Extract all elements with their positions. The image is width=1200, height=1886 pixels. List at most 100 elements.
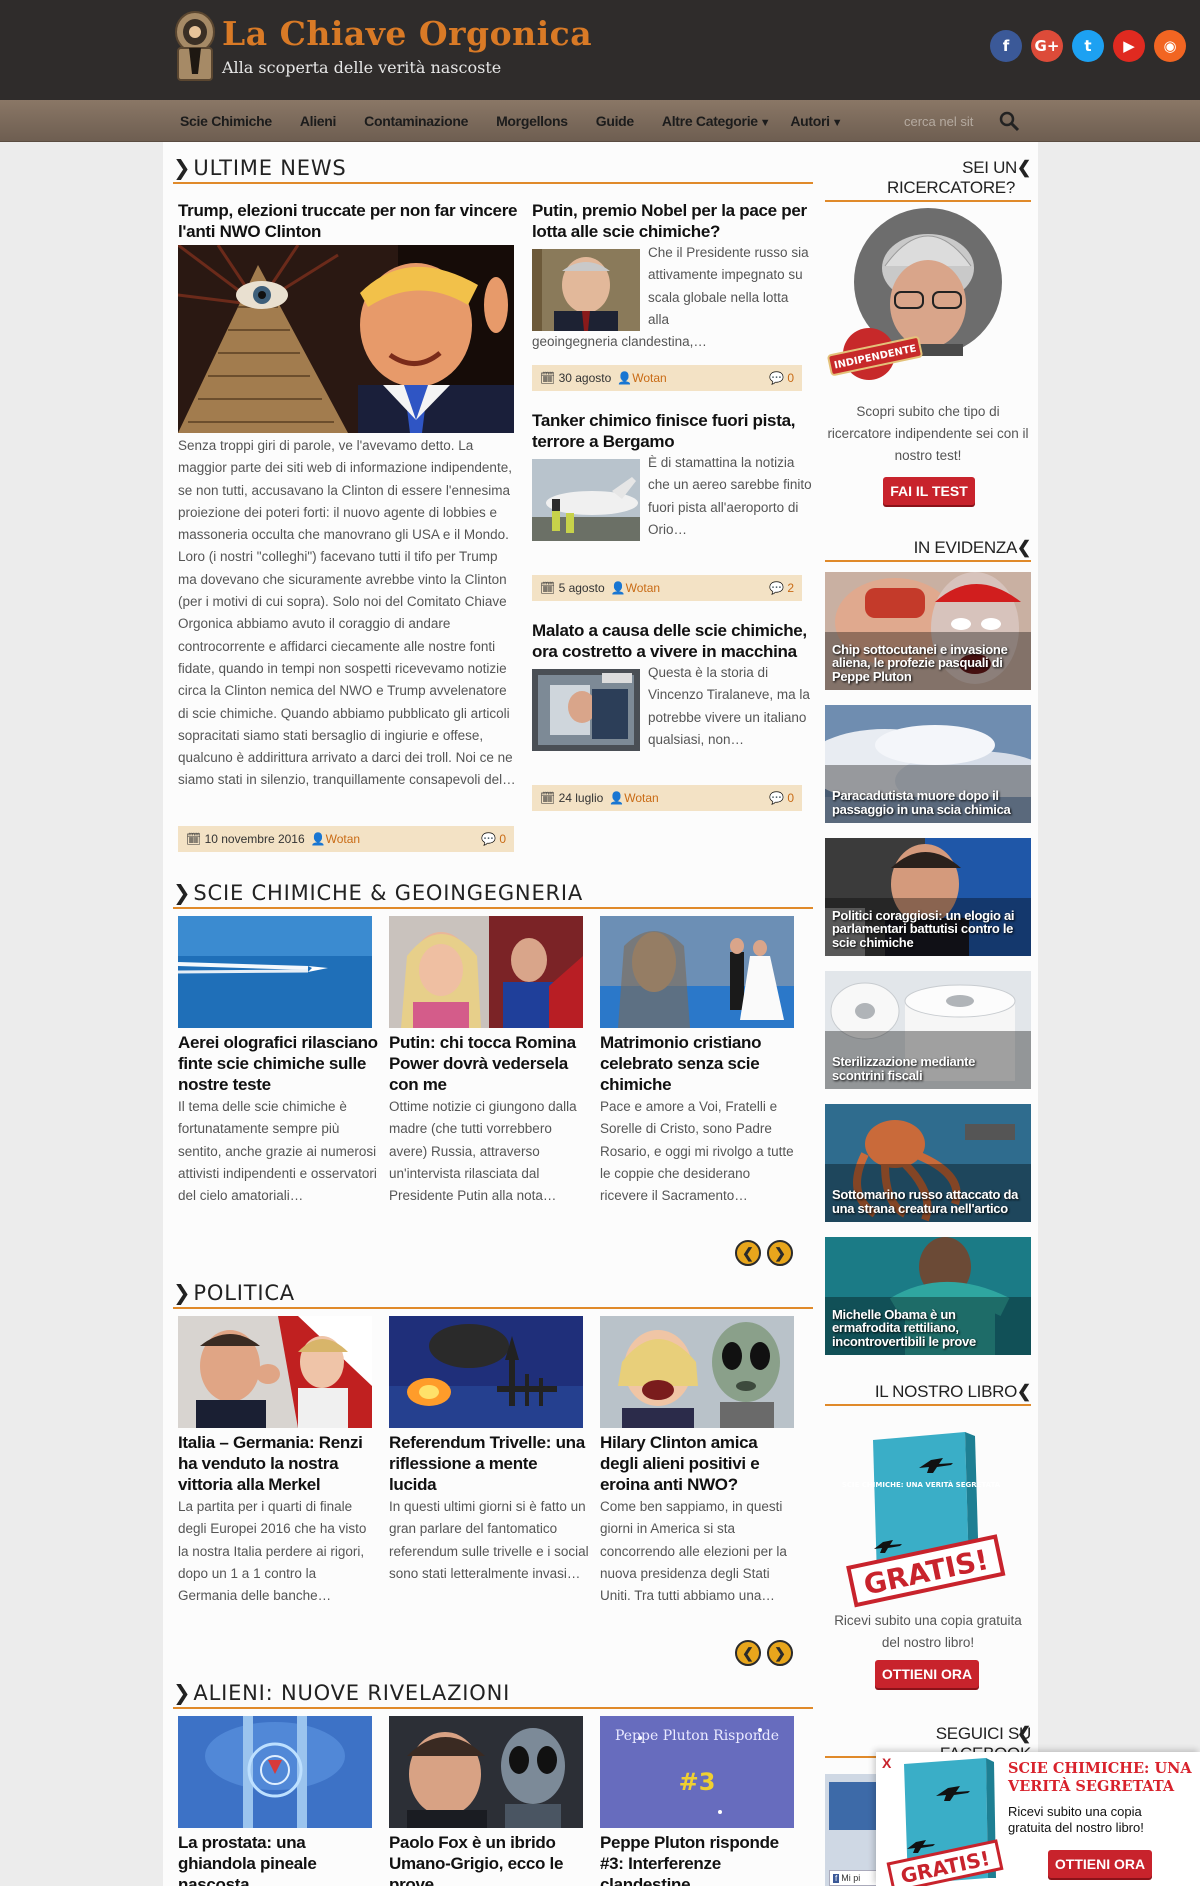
comments-value: 0	[787, 791, 794, 805]
section-title[interactable]: ALIENI: NUOVE RIVELAZIONI	[193, 1681, 510, 1705]
popup-book-image[interactable]: GRATIS!	[876, 1752, 1006, 1886]
calendar-icon: 🗓	[540, 581, 556, 595]
side-post-title[interactable]: Putin, premio Nobel per la pace per lott…	[532, 200, 812, 242]
nav-guide[interactable]: Guide	[596, 113, 634, 129]
post-author[interactable]: 👤Wotan	[311, 832, 360, 846]
facebook-widget[interactable]: f Mi pi	[825, 1774, 881, 1886]
user-icon: 👤	[617, 371, 633, 385]
heading-text: SEI UN	[962, 158, 1018, 177]
evidenza-card[interactable]: Politici coraggiosi: un elogio ai parlam…	[825, 838, 1031, 956]
post-image[interactable]	[178, 916, 372, 1028]
section-title[interactable]: ULTIME NEWS	[193, 156, 346, 180]
post-author-name: Wotan	[624, 791, 659, 805]
rss-icon[interactable]: ◉	[1154, 30, 1186, 62]
side-post-image[interactable]	[532, 459, 640, 541]
post-image[interactable]	[389, 1316, 583, 1428]
evidenza-caption: Sterilizzazione mediante scontrini fisca…	[832, 1054, 976, 1083]
nav-altre-categorie-label: Altre Categorie	[661, 113, 758, 129]
sidebar-heading-line: RICERCATORE?	[886, 178, 1015, 197]
nav-altre-categorie[interactable]: Altre Categorie ▼	[661, 113, 771, 129]
lead-post-title[interactable]: Trump, elezioni truccate per non far vin…	[178, 200, 518, 242]
post-title[interactable]: Referendum Trivelle: una riflessione a m…	[389, 1432, 589, 1495]
nav-alieni[interactable]: Alieni	[300, 113, 337, 129]
nav-contaminazione[interactable]: Contaminazione	[364, 113, 468, 129]
site-tagline: Alla scoperta delle verità nascoste	[222, 58, 502, 77]
prev-arrow-icon[interactable]: ❮	[735, 1640, 761, 1666]
evidenza-card[interactable]: Paracadutista muore dopo il passaggio in…	[825, 705, 1031, 823]
next-arrow-icon[interactable]: ❯	[767, 1640, 793, 1666]
post-image[interactable]	[178, 1716, 372, 1828]
youtube-icon[interactable]: ▶	[1113, 30, 1145, 62]
ricercatore-image[interactable]: INDIPENDENTE	[825, 206, 1031, 381]
comment-icon: 💬	[769, 371, 784, 385]
facebook-like-button[interactable]: f Mi pi	[829, 1870, 877, 1886]
comments-count[interactable]: 💬 0	[769, 791, 794, 805]
nav-morgellons[interactable]: Morgellons	[496, 113, 568, 129]
section-header-ultime-news: ❯ULTIME NEWS	[173, 152, 813, 184]
post-author[interactable]: 👤Wotan	[611, 581, 660, 595]
book-title: SCIE CHIMICHE: UNA VERITÀ SEGRETATA	[842, 1480, 1001, 1489]
keyhole-logo-icon[interactable]	[172, 10, 218, 82]
evidenza-card[interactable]: Chip sottocutanei e invasione aliena, le…	[825, 572, 1031, 690]
popup-ottieni-ora-button[interactable]: OTTIENI ORA	[1048, 1850, 1152, 1878]
post-title[interactable]: Peppe Pluton risponde #3: Interferenze c…	[600, 1832, 800, 1886]
post-author[interactable]: 👤Wotan	[609, 791, 658, 805]
post-author-name: Wotan	[625, 581, 661, 595]
comment-icon: 💬	[769, 581, 784, 595]
twitter-icon[interactable]: t	[1072, 30, 1104, 62]
chevron-down-icon: ▼	[831, 117, 843, 129]
search-icon[interactable]	[998, 110, 1020, 132]
content-area: ❯ULTIME NEWS Trump, elezioni truccate pe…	[163, 142, 1038, 1886]
lead-post-image[interactable]	[178, 245, 514, 433]
post-title[interactable]: Aerei olografici rilasciano finte scie c…	[178, 1032, 378, 1095]
prev-arrow-icon[interactable]: ❮	[735, 1240, 761, 1266]
search-box	[904, 108, 1024, 134]
carousel-arrows-scie: ❮ ❯	[735, 1240, 793, 1266]
post-title[interactable]: Paolo Fox è un ibrido Umano-Grigio, ecco…	[389, 1832, 589, 1886]
evidenza-card[interactable]: Sottomarino russo attaccato da una stran…	[825, 1104, 1031, 1222]
post-author[interactable]: 👤Wotan	[617, 371, 666, 385]
side-post-image[interactable]	[532, 249, 640, 331]
post-image[interactable]	[600, 1316, 794, 1428]
facebook-icon[interactable]: f	[990, 30, 1022, 62]
search-input[interactable]	[904, 109, 994, 133]
evidenza-caption: Chip sottocutanei e invasione aliena, le…	[832, 641, 1008, 684]
comments-count[interactable]: 💬 0	[481, 832, 506, 846]
nav-scie-chimiche[interactable]: Scie Chimiche	[180, 113, 272, 129]
post-image[interactable]	[389, 1716, 583, 1828]
next-arrow-icon[interactable]: ❯	[767, 1240, 793, 1266]
fai-il-test-button[interactable]: FAI IL TEST	[883, 477, 975, 505]
comments-value: 0	[787, 371, 794, 385]
side-post-title[interactable]: Malato a causa delle scie chimiche, ora …	[532, 620, 812, 662]
post-title[interactable]: Matrimonio cristiano celebrato senza sci…	[600, 1032, 800, 1095]
comments-count[interactable]: 💬 2	[769, 581, 794, 595]
ottieni-ora-button[interactable]: OTTIENI ORA	[875, 1660, 979, 1688]
nav-autori[interactable]: Autori ▼	[790, 113, 842, 129]
post-image[interactable]	[389, 916, 583, 1028]
post-title[interactable]: La prostata: una ghiandola pineale nasco…	[178, 1832, 378, 1886]
evidenza-card[interactable]: Michelle Obama è un ermafrodita rettilia…	[825, 1237, 1031, 1355]
comments-count[interactable]: 💬 0	[769, 371, 794, 385]
evidenza-card[interactable]: Sterilizzazione mediante scontrini fisca…	[825, 971, 1031, 1089]
post-excerpt: Pace e amore a Voi, Fratelli e Sorelle d…	[600, 1099, 794, 1204]
user-icon: 👤	[610, 581, 626, 595]
site-title[interactable]: La Chiave Orgonica	[222, 14, 592, 53]
side-post-image[interactable]	[532, 669, 640, 751]
post-title[interactable]: Putin: chi tocca Romina Power dovrà vede…	[389, 1032, 589, 1095]
side-post-meta: 🗓 30 agosto 👤Wotan 💬 0	[532, 365, 802, 391]
google-plus-icon[interactable]: G+	[1031, 30, 1063, 62]
post-image[interactable]: Peppe Pluton Risponde #3	[600, 1716, 794, 1828]
calendar-icon: 🗓	[540, 371, 556, 385]
post-image[interactable]	[178, 1316, 372, 1428]
post-image[interactable]	[600, 916, 794, 1028]
section-title[interactable]: SCIE CHIMICHE & GEOINGEGNERIA	[193, 881, 583, 905]
post-title[interactable]: Italia – Germania: Renzi ha venduto la n…	[178, 1432, 378, 1495]
post-excerpt: Il tema delle scie chimiche è fortunatam…	[178, 1099, 377, 1204]
book-cover-image[interactable]: SCIE CHIMICHE: UNA VERITÀ SEGRETATA GRAT…	[825, 1422, 1031, 1608]
post-title[interactable]: Hilary Clinton amica degli alieni positi…	[600, 1432, 800, 1495]
side-post-title[interactable]: Tanker chimico finisce fuori pista, terr…	[532, 410, 812, 452]
side-post-excerpt: Che il Presidente russo sia attivamente …	[648, 245, 809, 327]
image-number: #3	[679, 1768, 716, 1796]
section-title[interactable]: POLITICA	[193, 1281, 295, 1305]
site-header: La Chiave Orgonica Alla scoperta delle v…	[0, 0, 1200, 100]
